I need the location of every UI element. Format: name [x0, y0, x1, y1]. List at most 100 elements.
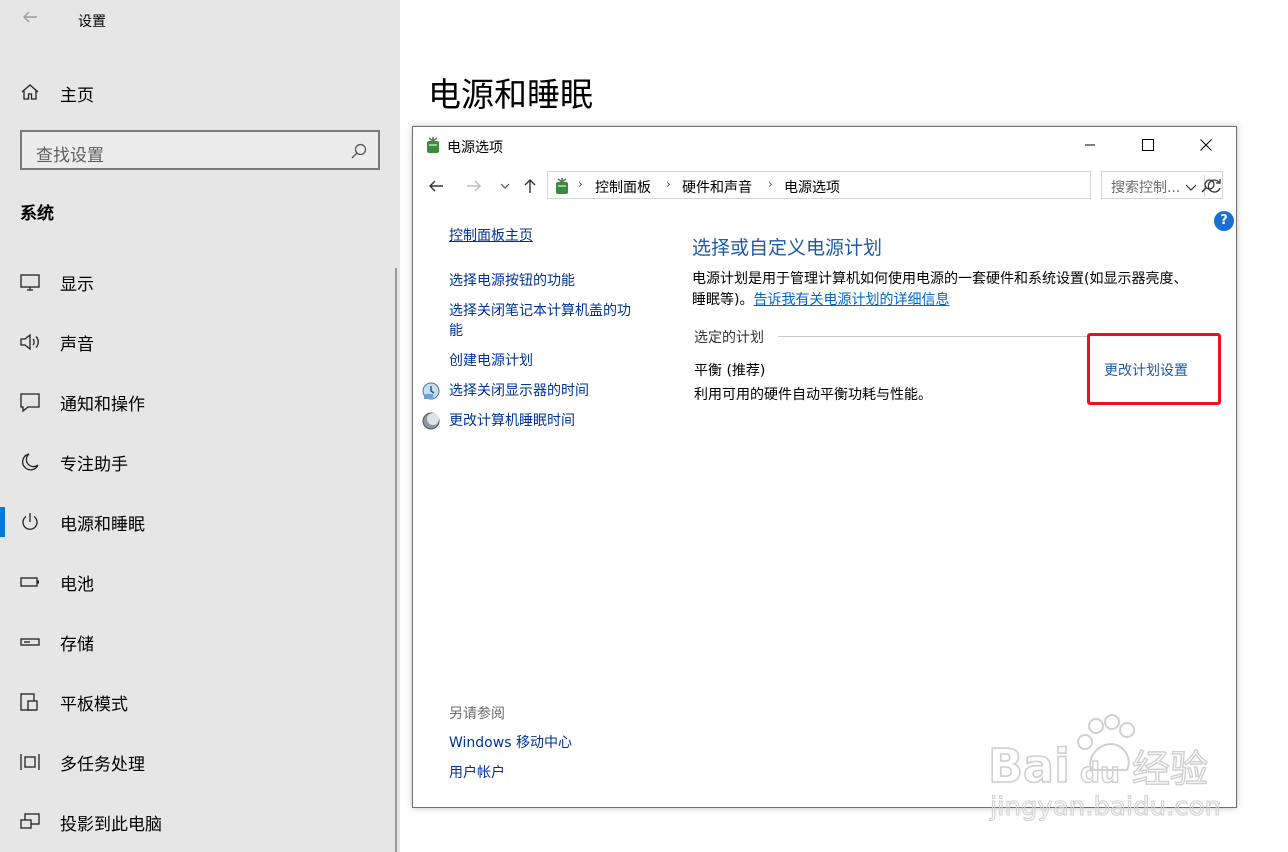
baidu-jingyan-watermark: Bai du 经验 jingyan.baidu.com	[988, 714, 1220, 822]
page-title: 电源和睡眠	[428, 75, 593, 114]
power-buttons-link[interactable]: 选择电源按钮的功能	[449, 271, 575, 291]
watermark-brand-cn: 经验	[1132, 747, 1208, 791]
lid-close-link-line2[interactable]: 能	[449, 321, 463, 341]
home-icon	[21, 84, 39, 100]
sidebar-item-label: 投影到此电脑	[60, 815, 162, 835]
plan-name: 平衡 (推荐)	[694, 363, 766, 379]
window-titlebar[interactable]: 电源选项	[413, 127, 1236, 165]
breadcrumb-separator: ›	[768, 177, 773, 191]
sidebar-item-label: 电池	[60, 575, 94, 595]
description-line2-text: 睡眠等)。	[692, 292, 754, 308]
sidebar-item-tablet-mode[interactable]: 平板模式	[0, 680, 396, 724]
power-plan-info-link[interactable]: 告诉我有关电源计划的详细信息	[753, 292, 949, 308]
content-description: 电源计划是用于管理计算机如何使用电源的一套硬件和系统设置(如显示器亮度、 睡眠等…	[692, 269, 1222, 311]
sidebar-item-label: 通知和操作	[60, 395, 145, 415]
breadcrumb-separator: ›	[578, 177, 583, 191]
back-arrow-icon[interactable]	[18, 8, 42, 30]
minimize-icon	[1085, 144, 1095, 146]
sidebar-item-focus-assist[interactable]: 专注助手	[0, 440, 396, 484]
sidebar-section-title: 系统	[20, 204, 54, 224]
sidebar-item-display[interactable]: 显示	[0, 260, 396, 304]
speaker-icon	[20, 333, 39, 351]
description-line2: 睡眠等)。告诉我有关电源计划的详细信息	[692, 290, 1222, 311]
user-accounts-link[interactable]: 用户帐户	[449, 763, 505, 783]
sidebar-item-multitasking[interactable]: 多任务处理	[0, 740, 396, 784]
sleep-time-link[interactable]: 更改计算机睡眠时间	[449, 411, 575, 431]
minimize-button[interactable]	[1061, 127, 1119, 163]
sleep-moon-icon	[422, 412, 440, 430]
sidebar-item-label: 主页	[60, 86, 94, 106]
forward-arrow-icon	[467, 180, 481, 192]
watermark-brand-du: du	[1080, 756, 1120, 789]
sidebar-scrollbar[interactable]	[395, 268, 397, 852]
up-button[interactable]	[519, 175, 541, 197]
create-plan-link[interactable]: 创建电源计划	[449, 351, 533, 371]
tablet-icon	[20, 693, 38, 711]
project-icon	[20, 813, 40, 829]
multitask-icon	[20, 754, 40, 770]
sidebar-item-label: 专注助手	[60, 455, 128, 475]
display-timer-icon	[422, 382, 440, 400]
search-icon	[351, 143, 367, 159]
sidebar-item-project[interactable]: 投影到此电脑	[0, 800, 396, 844]
red-highlight-box	[1087, 333, 1221, 405]
help-button[interactable]: ?	[1214, 211, 1234, 231]
mobility-center-link[interactable]: Windows 移动中心	[449, 733, 572, 753]
power-options-window: 电源选项 › 控制面板 › 硬件和声音 › 电源选项 搜索控制... ? 控制面…	[412, 126, 1237, 808]
settings-search-input[interactable]: 查找设置	[20, 130, 380, 170]
storage-icon	[20, 638, 40, 646]
sidebar-item-sound[interactable]: 声音	[0, 320, 396, 364]
description-line1: 电源计划是用于管理计算机如何使用电源的一套硬件和系统设置(如显示器亮度、	[692, 271, 1188, 287]
recent-locations-button[interactable]	[497, 175, 513, 197]
control-panel-icon	[556, 178, 568, 194]
sidebar-item-label: 显示	[60, 275, 94, 295]
sidebar-item-label: 电源和睡眠	[60, 515, 145, 535]
sidebar-item-battery[interactable]: 电池	[0, 560, 396, 604]
up-arrow-icon	[524, 179, 536, 193]
lid-close-link-line1[interactable]: 选择关闭笔记本计算机盖的功	[449, 301, 631, 321]
breadcrumb-separator: ›	[666, 177, 671, 191]
plan-description: 利用可用的硬件自动平衡功耗与性能。	[694, 387, 932, 403]
back-arrow-icon	[429, 180, 443, 192]
control-panel-search-input[interactable]: 搜索控制...	[1101, 171, 1223, 199]
notification-icon	[20, 393, 40, 413]
monitor-icon	[20, 274, 40, 291]
sidebar-item-label: 多任务处理	[60, 755, 145, 775]
sidebar-item-label: 存储	[60, 635, 94, 655]
power-icon	[22, 513, 38, 530]
sidebar-item-power-sleep[interactable]: 电源和睡眠	[0, 500, 396, 544]
content-heading: 选择或自定义电源计划	[692, 237, 883, 259]
section-divider	[778, 336, 1088, 337]
watermark-url: jingyan.baidu.com	[989, 792, 1220, 822]
breadcrumb-hardware-sound[interactable]: 硬件和声音	[682, 177, 752, 197]
power-options-icon	[427, 137, 439, 153]
breadcrumb-control-panel[interactable]: 控制面板	[595, 177, 651, 197]
maximize-icon	[1142, 139, 1154, 151]
see-also-label: 另请参阅	[449, 706, 505, 722]
close-icon	[1200, 139, 1212, 151]
sidebar-item-storage[interactable]: 存储	[0, 620, 396, 664]
back-button[interactable]	[425, 175, 447, 197]
forward-button[interactable]	[463, 175, 485, 197]
maximize-button[interactable]	[1119, 127, 1177, 163]
search-icon	[1201, 179, 1215, 193]
active-indicator	[0, 507, 5, 537]
search-placeholder: 搜索控制...	[1111, 180, 1181, 196]
control-panel-home-link[interactable]: 控制面板主页	[449, 226, 533, 246]
display-off-time-link[interactable]: 选择关闭显示器的时间	[449, 381, 589, 401]
watermark-brand: Bai	[988, 739, 1070, 793]
chevron-down-icon	[500, 183, 510, 189]
search-placeholder: 查找设置	[36, 146, 104, 166]
address-bar[interactable]: › 控制面板 › 硬件和声音 › 电源选项	[547, 171, 1221, 199]
breadcrumb-power-options[interactable]: 电源选项	[784, 177, 840, 197]
selected-plan-label: 选定的计划	[694, 330, 764, 346]
moon-icon	[22, 453, 39, 471]
sidebar-item-label: 声音	[60, 335, 94, 355]
sidebar-item-notifications[interactable]: 通知和操作	[0, 380, 396, 424]
navigation-bar: › 控制面板 › 硬件和声音 › 电源选项 搜索控制...	[413, 171, 1236, 201]
close-button[interactable]	[1177, 127, 1235, 163]
window-title: 电源选项	[447, 140, 503, 156]
sidebar-item-label: 平板模式	[60, 695, 128, 715]
settings-sidebar: 设置 主页 查找设置 系统 显示 声音 通知和操作 专注助手 电源和睡眠 电池 …	[0, 0, 400, 852]
sidebar-item-home[interactable]: 主页	[0, 72, 396, 112]
